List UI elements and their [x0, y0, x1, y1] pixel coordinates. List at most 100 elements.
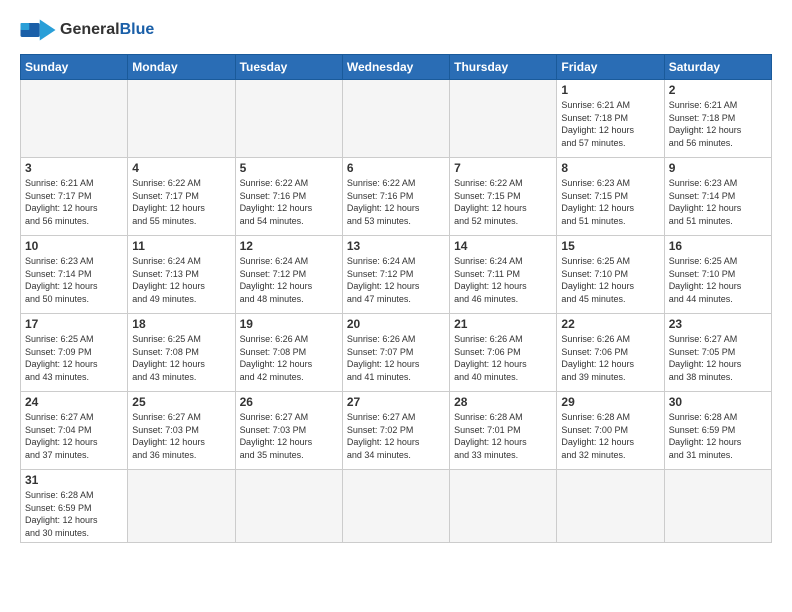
- calendar-cell: [128, 80, 235, 158]
- calendar-cell: 3Sunrise: 6:21 AM Sunset: 7:17 PM Daylig…: [21, 158, 128, 236]
- day-number: 25: [132, 395, 230, 409]
- week-row-1: 3Sunrise: 6:21 AM Sunset: 7:17 PM Daylig…: [21, 158, 772, 236]
- day-number: 7: [454, 161, 552, 175]
- day-number: 16: [669, 239, 767, 253]
- calendar-cell: 24 Sunrise: 6:27 AM Sunset: 7:04 PM Dayli…: [21, 392, 128, 470]
- day-info: Sunrise: 6:22 AM Sunset: 7:16 PM Dayligh…: [347, 177, 445, 227]
- day-info: Sunrise: 6:23 AM Sunset: 7:14 PM Dayligh…: [25, 255, 123, 305]
- day-info: Sunrise: 6:24 AM Sunset: 7:12 PM Dayligh…: [347, 255, 445, 305]
- day-info: Sunrise: 6:24 AM Sunset: 7:12 PM Dayligh…: [240, 255, 338, 305]
- day-number: 31: [25, 473, 123, 487]
- calendar-cell: 28 Sunrise: 6:28 AM Sunset: 7:01 PM Dayli…: [450, 392, 557, 470]
- calendar-cell: 22Sunrise: 6:26 AM Sunset: 7:06 PM Dayli…: [557, 314, 664, 392]
- day-number: 12: [240, 239, 338, 253]
- day-number: 9: [669, 161, 767, 175]
- day-number: 24: [25, 395, 123, 409]
- week-row-3: 17 Sunrise: 6:25 AM Sunset: 7:09 PM Dayli…: [21, 314, 772, 392]
- week-row-4: 24 Sunrise: 6:27 AM Sunset: 7:04 PM Dayli…: [21, 392, 772, 470]
- header: GeneralBlue: [20, 16, 772, 44]
- calendar-cell: 12 Sunrise: 6:24 AM Sunset: 7:12 PM Dayli…: [235, 236, 342, 314]
- day-info: Sunrise: 6:26 AM Sunset: 7:06 PM Dayligh…: [561, 333, 659, 383]
- day-info: Sunrise: 6:25 AM Sunset: 7:10 PM Dayligh…: [669, 255, 767, 305]
- day-info: Sunrise: 6:25 AM Sunset: 7:09 PM Dayligh…: [25, 333, 123, 383]
- calendar-cell: 9 Sunrise: 6:23 AM Sunset: 7:14 PM Daylig…: [664, 158, 771, 236]
- day-info: Sunrise: 6:23 AM Sunset: 7:15 PM Dayligh…: [561, 177, 659, 227]
- day-number: 2: [669, 83, 767, 97]
- calendar-cell: 19 Sunrise: 6:26 AM Sunset: 7:08 PM Dayli…: [235, 314, 342, 392]
- day-info: Sunrise: 6:26 AM Sunset: 7:07 PM Dayligh…: [347, 333, 445, 383]
- calendar-cell: [664, 470, 771, 543]
- day-info: Sunrise: 6:22 AM Sunset: 7:17 PM Dayligh…: [132, 177, 230, 227]
- calendar-cell: [21, 80, 128, 158]
- day-info: Sunrise: 6:21 AM Sunset: 7:17 PM Dayligh…: [25, 177, 123, 227]
- logo-text: GeneralBlue: [60, 21, 154, 39]
- calendar-cell: 25 Sunrise: 6:27 AM Sunset: 7:03 PM Dayli…: [128, 392, 235, 470]
- calendar-cell: 4 Sunrise: 6:22 AM Sunset: 7:17 PM Daylig…: [128, 158, 235, 236]
- day-info: Sunrise: 6:27 AM Sunset: 7:04 PM Dayligh…: [25, 411, 123, 461]
- day-info: Sunrise: 6:24 AM Sunset: 7:13 PM Dayligh…: [132, 255, 230, 305]
- day-info: Sunrise: 6:27 AM Sunset: 7:03 PM Dayligh…: [240, 411, 338, 461]
- calendar-cell: 18 Sunrise: 6:25 AM Sunset: 7:08 PM Dayli…: [128, 314, 235, 392]
- calendar-cell: 26 Sunrise: 6:27 AM Sunset: 7:03 PM Dayli…: [235, 392, 342, 470]
- day-info: Sunrise: 6:28 AM Sunset: 7:01 PM Dayligh…: [454, 411, 552, 461]
- day-number: 15: [561, 239, 659, 253]
- calendar-cell: [235, 80, 342, 158]
- day-info: Sunrise: 6:25 AM Sunset: 7:10 PM Dayligh…: [561, 255, 659, 305]
- calendar: SundayMondayTuesdayWednesdayThursdayFrid…: [20, 54, 772, 543]
- calendar-cell: 13Sunrise: 6:24 AM Sunset: 7:12 PM Dayli…: [342, 236, 449, 314]
- generalblue-logo-icon: [20, 16, 56, 44]
- day-number: 18: [132, 317, 230, 331]
- calendar-cell: 2 Sunrise: 6:21 AM Sunset: 7:18 PM Daylig…: [664, 80, 771, 158]
- day-info: Sunrise: 6:24 AM Sunset: 7:11 PM Dayligh…: [454, 255, 552, 305]
- calendar-cell: [557, 470, 664, 543]
- day-info: Sunrise: 6:21 AM Sunset: 7:18 PM Dayligh…: [669, 99, 767, 149]
- day-info: Sunrise: 6:25 AM Sunset: 7:08 PM Dayligh…: [132, 333, 230, 383]
- day-info: Sunrise: 6:28 AM Sunset: 6:59 PM Dayligh…: [669, 411, 767, 461]
- calendar-cell: 30 Sunrise: 6:28 AM Sunset: 6:59 PM Dayli…: [664, 392, 771, 470]
- calendar-cell: 16 Sunrise: 6:25 AM Sunset: 7:10 PM Dayli…: [664, 236, 771, 314]
- page: GeneralBlue SundayMondayTuesdayWednesday…: [0, 0, 792, 612]
- calendar-cell: 31Sunrise: 6:28 AM Sunset: 6:59 PM Dayli…: [21, 470, 128, 543]
- day-number: 6: [347, 161, 445, 175]
- day-number: 10: [25, 239, 123, 253]
- day-number: 8: [561, 161, 659, 175]
- day-number: 26: [240, 395, 338, 409]
- day-info: Sunrise: 6:26 AM Sunset: 7:08 PM Dayligh…: [240, 333, 338, 383]
- day-number: 17: [25, 317, 123, 331]
- day-number: 29: [561, 395, 659, 409]
- day-info: Sunrise: 6:22 AM Sunset: 7:16 PM Dayligh…: [240, 177, 338, 227]
- weekday-header-friday: Friday: [557, 55, 664, 80]
- day-number: 21: [454, 317, 552, 331]
- day-number: 4: [132, 161, 230, 175]
- day-number: 30: [669, 395, 767, 409]
- day-number: 14: [454, 239, 552, 253]
- calendar-cell: [342, 470, 449, 543]
- calendar-cell: 1 Sunrise: 6:21 AM Sunset: 7:18 PM Daylig…: [557, 80, 664, 158]
- day-info: Sunrise: 6:21 AM Sunset: 7:18 PM Dayligh…: [561, 99, 659, 149]
- week-row-2: 10 Sunrise: 6:23 AM Sunset: 7:14 PM Dayli…: [21, 236, 772, 314]
- day-number: 1: [561, 83, 659, 97]
- day-info: Sunrise: 6:27 AM Sunset: 7:02 PM Dayligh…: [347, 411, 445, 461]
- day-number: 19: [240, 317, 338, 331]
- calendar-cell: 17 Sunrise: 6:25 AM Sunset: 7:09 PM Dayli…: [21, 314, 128, 392]
- calendar-cell: [450, 470, 557, 543]
- logo: GeneralBlue: [20, 16, 154, 44]
- calendar-cell: [342, 80, 449, 158]
- calendar-cell: 27Sunrise: 6:27 AM Sunset: 7:02 PM Dayli…: [342, 392, 449, 470]
- calendar-cell: 5 Sunrise: 6:22 AM Sunset: 7:16 PM Daylig…: [235, 158, 342, 236]
- calendar-cell: 15 Sunrise: 6:25 AM Sunset: 7:10 PM Dayli…: [557, 236, 664, 314]
- weekday-header-wednesday: Wednesday: [342, 55, 449, 80]
- calendar-cell: 11Sunrise: 6:24 AM Sunset: 7:13 PM Dayli…: [128, 236, 235, 314]
- day-number: 28: [454, 395, 552, 409]
- week-row-5: 31Sunrise: 6:28 AM Sunset: 6:59 PM Dayli…: [21, 470, 772, 543]
- day-info: Sunrise: 6:27 AM Sunset: 7:03 PM Dayligh…: [132, 411, 230, 461]
- day-info: Sunrise: 6:22 AM Sunset: 7:15 PM Dayligh…: [454, 177, 552, 227]
- day-info: Sunrise: 6:23 AM Sunset: 7:14 PM Dayligh…: [669, 177, 767, 227]
- day-number: 5: [240, 161, 338, 175]
- calendar-cell: 7 Sunrise: 6:22 AM Sunset: 7:15 PM Daylig…: [450, 158, 557, 236]
- calendar-cell: 6 Sunrise: 6:22 AM Sunset: 7:16 PM Daylig…: [342, 158, 449, 236]
- calendar-cell: [235, 470, 342, 543]
- weekday-header-sunday: Sunday: [21, 55, 128, 80]
- day-info: Sunrise: 6:26 AM Sunset: 7:06 PM Dayligh…: [454, 333, 552, 383]
- weekday-header-thursday: Thursday: [450, 55, 557, 80]
